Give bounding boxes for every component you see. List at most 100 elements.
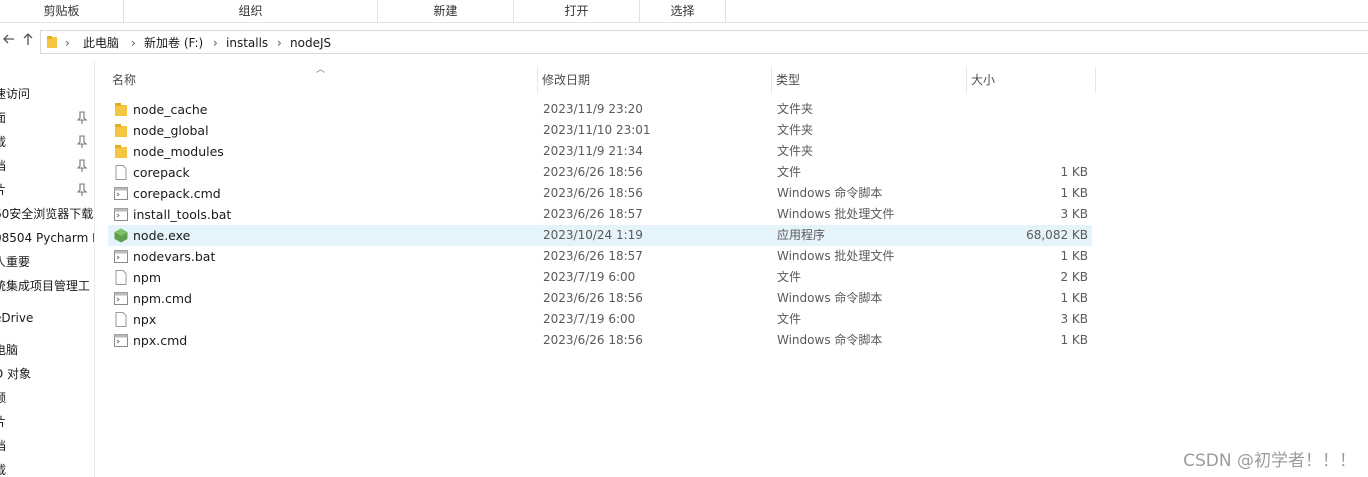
file-date: 2023/11/9 21:34: [543, 144, 643, 158]
sidebar-item-label: 08504 Pycharm P: [0, 231, 95, 245]
file-size: 2 KB: [1060, 270, 1088, 284]
ribbon-group-open[interactable]: 打开: [514, 0, 640, 22]
ribbon-group-select[interactable]: 选择: [640, 0, 726, 22]
file-type: Windows 批处理文件: [777, 249, 895, 263]
address-row: › 此电脑 › 新加卷 (F:) › installs › nodeJS: [0, 23, 1368, 60]
file-icon: [115, 312, 127, 327]
file-row[interactable]: npm.cmd 2023/6/26 18:56 Windows 命令脚本 1 KB: [108, 288, 1092, 309]
script-icon: [114, 187, 128, 200]
file-name: node_cache: [133, 102, 208, 117]
file-date: 2023/6/26 18:56: [543, 291, 643, 305]
file-row[interactable]: install_tools.bat 2023/6/26 18:57 Windows …: [108, 204, 1092, 225]
sidebar-item[interactable]: 档: [0, 156, 94, 176]
file-name: node.exe: [133, 228, 191, 243]
watermark: CSDN @初学者！！！: [1183, 451, 1356, 471]
file-date: 2023/6/26 18:57: [543, 249, 643, 263]
column-header-type[interactable]: 类型: [772, 67, 967, 93]
nodejs-icon: [114, 228, 128, 243]
file-row[interactable]: node_cache 2023/11/9 23:20 文件夹: [108, 99, 1092, 120]
file-date: 2023/7/19 6:00: [543, 270, 636, 284]
file-row[interactable]: npm 2023/7/19 6:00 文件 2 KB: [108, 267, 1092, 288]
file-type: 文件夹: [777, 144, 814, 158]
sidebar-item[interactable]: 面: [0, 108, 94, 128]
file-date: 2023/6/26 18:57: [543, 207, 643, 221]
script-icon: [114, 292, 128, 305]
file-size: 1 KB: [1060, 291, 1088, 305]
sidebar-item[interactable]: 片: [0, 180, 94, 200]
file-type: 文件: [777, 312, 802, 326]
file-size: 1 KB: [1060, 165, 1088, 179]
chevron-right-icon: ›: [213, 36, 218, 50]
sidebar-item[interactable]: 档: [0, 436, 94, 456]
sidebar-item-label: 电脑: [0, 343, 19, 357]
file-icon: [115, 270, 127, 285]
file-row[interactable]: node.exe 2023/10/24 1:19 应用程序 68,082 KB: [108, 225, 1092, 246]
back-button[interactable]: [0, 32, 18, 50]
file-row[interactable]: nodevars.bat 2023/6/26 18:57 Windows 批处理文件…: [108, 246, 1092, 267]
sidebar-item[interactable]: 速访问: [0, 84, 94, 104]
file-name: npm.cmd: [133, 291, 192, 306]
pin-icon: [76, 159, 88, 172]
sidebar-item-label: 片: [0, 180, 6, 200]
column-header-date[interactable]: 修改日期: [538, 67, 772, 93]
pin-icon: [76, 183, 88, 196]
file-name: node_modules: [133, 144, 224, 159]
sidebar-item[interactable]: 片: [0, 412, 94, 432]
file-name: npx: [133, 312, 157, 327]
sidebar-item[interactable]: eDrive: [0, 308, 94, 328]
file-size: 1 KB: [1060, 249, 1088, 263]
sidebar-item[interactable]: 统集成项目管理工: [0, 276, 94, 296]
file-type: 文件夹: [777, 102, 814, 116]
ribbon-group-clipboard[interactable]: 剪贴板: [0, 0, 124, 22]
file-row[interactable]: node_modules 2023/11/9 21:34 文件夹: [108, 141, 1092, 162]
file-type: Windows 命令脚本: [777, 186, 883, 200]
breadcrumb-this-pc[interactable]: 此电脑: [83, 34, 119, 52]
file-size: 1 KB: [1060, 186, 1088, 200]
file-type: Windows 批处理文件: [777, 207, 895, 221]
file-row[interactable]: corepack.cmd 2023/6/26 18:56 Windows 命令脚本 1…: [108, 183, 1092, 204]
sidebar-item-label: 片: [0, 412, 6, 432]
up-button[interactable]: [19, 32, 37, 50]
sidebar-item[interactable]: D 对象: [0, 364, 94, 384]
sidebar-item-label: 载: [0, 132, 6, 152]
script-icon: [114, 208, 128, 221]
sidebar-item[interactable]: 60安全浏览器下载: [0, 204, 94, 224]
file-date: 2023/6/26 18:56: [543, 186, 643, 200]
sidebar-item-label: 档: [0, 436, 6, 456]
file-row[interactable]: npx 2023/7/19 6:00 文件 3 KB: [108, 309, 1092, 330]
sidebar-item[interactable]: 频: [0, 388, 94, 408]
file-row[interactable]: npx.cmd 2023/6/26 18:56 Windows 命令脚本 1 KB: [108, 330, 1092, 351]
sidebar-item[interactable]: 载: [0, 460, 94, 477]
script-icon: [114, 250, 128, 263]
breadcrumb-drive-f[interactable]: 新加卷 (F:): [144, 34, 203, 52]
file-row[interactable]: node_global 2023/11/10 23:01 文件夹: [108, 120, 1092, 141]
file-date: 2023/10/24 1:19: [543, 228, 643, 242]
chevron-right-icon: ›: [65, 36, 70, 50]
file-type: Windows 命令脚本: [777, 291, 883, 305]
arrow-left-icon: [3, 34, 14, 44]
ribbon-group-organize[interactable]: 组织: [124, 0, 378, 22]
sidebar-item[interactable]: 载: [0, 132, 94, 152]
file-type: Windows 命令脚本: [777, 333, 883, 347]
sidebar-item-label: 人重要: [0, 255, 31, 269]
sidebar-item[interactable]: 人重要: [0, 252, 94, 272]
file-date: 2023/7/19 6:00: [543, 312, 636, 326]
address-bar[interactable]: › 此电脑 › 新加卷 (F:) › installs › nodeJS: [40, 30, 1368, 54]
folder-icon: [115, 124, 127, 137]
file-type: 文件夹: [777, 123, 814, 137]
file-name: node_global: [133, 123, 209, 138]
ribbon-group-new[interactable]: 新建: [378, 0, 514, 22]
breadcrumb-installs[interactable]: installs: [226, 34, 268, 52]
file-type: 文件: [777, 270, 802, 284]
breadcrumb-nodejs[interactable]: nodeJS: [290, 34, 331, 52]
file-date: 2023/6/26 18:56: [543, 165, 643, 179]
file-name: nodevars.bat: [133, 249, 216, 264]
sidebar-item[interactable]: 电脑: [0, 340, 94, 360]
column-header-name[interactable]: 名称: [108, 67, 538, 93]
file-name: npx.cmd: [133, 333, 188, 348]
file-row[interactable]: corepack 2023/6/26 18:56 文件 1 KB: [108, 162, 1092, 183]
folder-icon: [115, 103, 127, 116]
sidebar-item[interactable]: 08504 Pycharm P: [0, 228, 95, 248]
column-header-size[interactable]: 大小: [967, 67, 1096, 93]
script-icon: [114, 334, 128, 347]
